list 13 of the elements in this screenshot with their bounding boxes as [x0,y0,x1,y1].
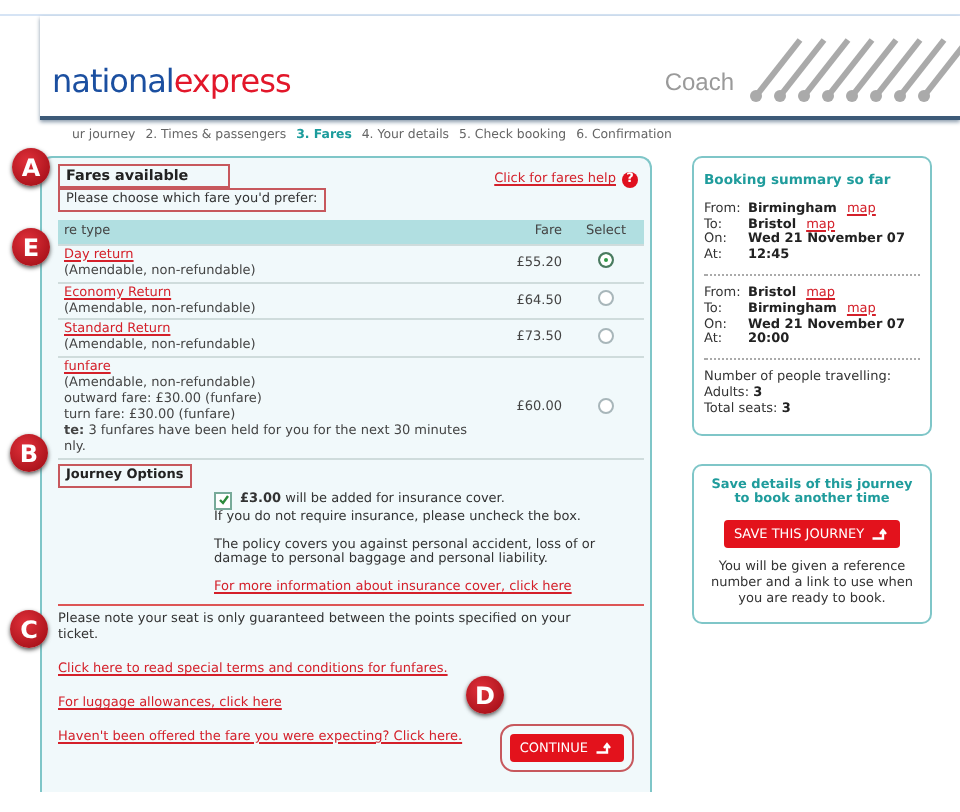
fare-radio[interactable] [598,397,614,414]
arrow-icon [870,528,891,541]
annotation-marker: C [10,610,48,648]
fare-radio[interactable] [598,327,614,344]
logo: nationalexpress [52,61,291,99]
insurance-checkbox[interactable] [214,491,232,510]
annotation-marker: E [12,228,50,266]
arrow-icon [594,741,614,754]
fare-radio[interactable] [598,290,614,307]
fare-radio[interactable] [598,252,614,269]
annotation-marker: B [10,434,48,472]
section-title: Coach [664,68,734,96]
annotation-marker: A [12,148,50,186]
